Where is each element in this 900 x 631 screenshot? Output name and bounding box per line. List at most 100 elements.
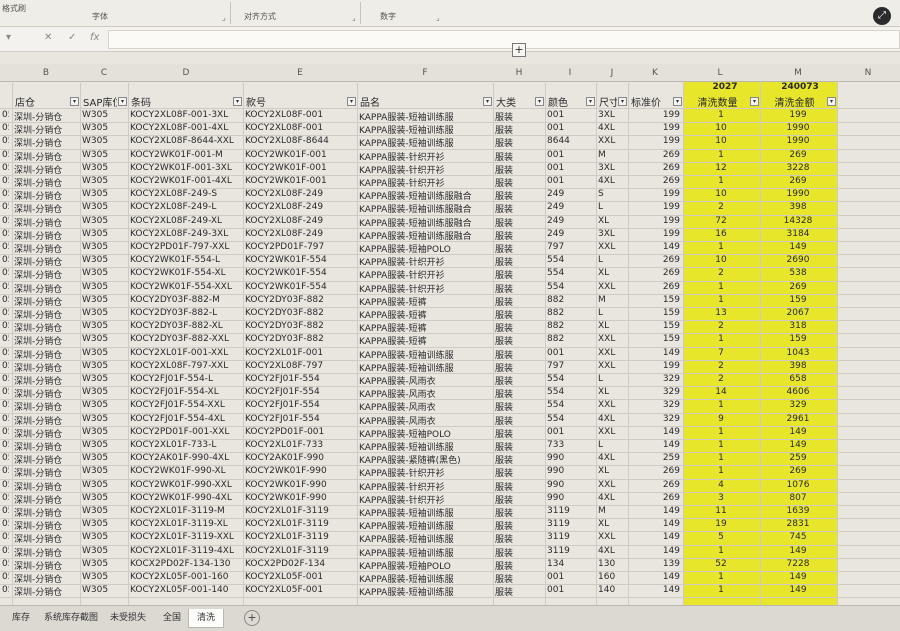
wash-amount-cell[interactable]: 3184 — [762, 229, 834, 239]
color-cell[interactable]: 882 — [547, 334, 593, 344]
color-cell[interactable]: 249 — [547, 216, 593, 226]
size-cell[interactable]: S — [598, 189, 625, 199]
store-cell[interactable]: 深圳-分销仓 — [14, 585, 77, 598]
product-name-cell[interactable]: KAPPA服装-短袖POLO — [359, 559, 490, 572]
color-cell[interactable]: 249 — [547, 229, 593, 239]
color-cell[interactable]: 990 — [547, 453, 593, 463]
sap-location-cell[interactable]: W305 — [82, 136, 125, 146]
barcode-cell[interactable]: KOCY2AK01F-990-4XL — [130, 453, 240, 463]
barcode-cell[interactable]: KOCY2XL01F-733-L — [130, 440, 240, 450]
barcode-cell[interactable]: KOCY2XL01F-3119-M — [130, 506, 240, 516]
category-cell[interactable]: 服装 — [495, 374, 542, 387]
filter-dropdown-icon[interactable]: ▾ — [483, 97, 492, 106]
store-cell[interactable]: 深圳-分销仓 — [14, 506, 77, 519]
product-name-cell[interactable]: KAPPA服装-短袖POLO — [359, 242, 490, 255]
sap-location-cell[interactable]: W305 — [82, 361, 125, 371]
filter-dropdown-icon[interactable]: ▾ — [347, 97, 356, 106]
column-header[interactable]: 尺寸 — [599, 94, 617, 109]
category-cell[interactable]: 服装 — [495, 163, 542, 176]
category-cell[interactable]: 服装 — [495, 480, 542, 493]
style-number-cell[interactable]: KOCY2XL05F-001 — [245, 572, 354, 582]
color-cell[interactable]: 554 — [547, 268, 593, 278]
product-name-cell[interactable]: KAPPA服装-短袖训练服融合 — [359, 229, 490, 242]
sap-location-cell[interactable]: W305 — [82, 585, 125, 595]
row-prefix[interactable]: 05 — [2, 361, 9, 371]
price-cell[interactable]: 269 — [630, 466, 682, 476]
style-number-cell[interactable]: KOCY2DY03F-882 — [245, 334, 354, 344]
row-prefix[interactable]: 05 — [2, 480, 9, 490]
filter-dropdown-icon[interactable]: ▾ — [586, 97, 595, 106]
color-cell[interactable]: 001 — [547, 150, 593, 160]
color-cell[interactable]: 554 — [547, 387, 593, 397]
barcode-cell[interactable]: KOCY2XL01F-3119-XXL — [130, 532, 240, 542]
product-name-cell[interactable]: KAPPA服装-针织开衫 — [359, 282, 490, 295]
price-cell[interactable]: 149 — [630, 585, 682, 595]
price-cell[interactable]: 139 — [630, 559, 682, 569]
barcode-cell[interactable]: KOCY2WK01F-001-4XL — [130, 176, 240, 186]
store-cell[interactable]: 深圳-分销仓 — [14, 176, 77, 189]
wash-qty-cell[interactable]: 16 — [685, 229, 757, 239]
column-letter-E[interactable]: E — [280, 65, 320, 81]
size-cell[interactable]: XXL — [598, 348, 625, 358]
category-cell[interactable]: 服装 — [495, 387, 542, 400]
barcode-cell[interactable]: KOCY2XL08F-001-3XL — [130, 110, 240, 120]
product-name-cell[interactable]: KAPPA服装-短袖训练服融合 — [359, 189, 490, 202]
sheet-tab[interactable]: 未受损失 — [102, 609, 154, 627]
sap-location-cell[interactable]: W305 — [82, 123, 125, 133]
sap-location-cell[interactable]: W305 — [82, 110, 125, 120]
color-cell[interactable]: 249 — [547, 189, 593, 199]
price-cell[interactable]: 159 — [630, 321, 682, 331]
column-letter-D[interactable]: D — [166, 65, 206, 81]
price-cell[interactable]: 149 — [630, 242, 682, 252]
sap-location-cell[interactable]: W305 — [82, 268, 125, 278]
store-cell[interactable]: 深圳-分销仓 — [14, 255, 77, 268]
column-header[interactable]: 款号 — [246, 94, 346, 109]
wash-amount-cell[interactable]: 7228 — [762, 559, 834, 569]
color-cell[interactable]: 990 — [547, 493, 593, 503]
barcode-cell[interactable]: KOCY2XL08F-797-XXL — [130, 361, 240, 371]
style-number-cell[interactable]: KOCY2XL08F-249 — [245, 202, 354, 212]
wash-amount-cell[interactable]: 398 — [762, 202, 834, 212]
wash-amount-cell[interactable]: 1990 — [762, 123, 834, 133]
barcode-cell[interactable]: KOCY2PD01F-797-XXL — [130, 242, 240, 252]
column-letter-J[interactable]: J — [592, 65, 632, 81]
wash-amount-cell[interactable]: 149 — [762, 546, 834, 556]
price-cell[interactable]: 269 — [630, 282, 682, 292]
price-cell[interactable]: 329 — [630, 387, 682, 397]
category-cell[interactable]: 服装 — [495, 519, 542, 532]
sap-location-cell[interactable]: W305 — [82, 229, 125, 239]
size-cell[interactable]: XXL — [598, 242, 625, 252]
price-cell[interactable]: 149 — [630, 572, 682, 582]
barcode-cell[interactable]: KOCY2XL08F-249-S — [130, 189, 240, 199]
sap-location-cell[interactable]: W305 — [82, 176, 125, 186]
wash-amount-cell[interactable]: 1043 — [762, 348, 834, 358]
column-letter-N[interactable]: N — [848, 65, 888, 81]
price-cell[interactable]: 329 — [630, 374, 682, 384]
wash-amount-cell[interactable]: 269 — [762, 176, 834, 186]
store-cell[interactable]: 深圳-分销仓 — [14, 400, 77, 413]
store-cell[interactable]: 深圳-分销仓 — [14, 532, 77, 545]
row-prefix[interactable]: 05 — [2, 308, 9, 318]
barcode-cell[interactable]: KOCY2XL05F-001-140 — [130, 585, 240, 595]
style-number-cell[interactable]: KOCY2FJ01F-554 — [245, 374, 354, 384]
size-cell[interactable]: L — [598, 308, 625, 318]
column-letter-I[interactable]: I — [550, 65, 590, 81]
style-number-cell[interactable]: KOCY2PD01F-001 — [245, 427, 354, 437]
column-header[interactable]: 标准价 — [631, 94, 672, 109]
product-name-cell[interactable]: KAPPA服装-短袖训练服 — [359, 348, 490, 361]
sap-location-cell[interactable]: W305 — [82, 282, 125, 292]
store-cell[interactable]: 深圳-分销仓 — [14, 242, 77, 255]
color-cell[interactable]: 249 — [547, 202, 593, 212]
product-name-cell[interactable]: KAPPA服装-短袖POLO — [359, 427, 490, 440]
product-name-cell[interactable]: KAPPA服装-针织开衫 — [359, 255, 490, 268]
wash-qty-cell[interactable]: 10 — [685, 123, 757, 133]
product-name-cell[interactable]: KAPPA服装-短袖训练服 — [359, 361, 490, 374]
color-cell[interactable]: 990 — [547, 480, 593, 490]
price-cell[interactable]: 199 — [630, 216, 682, 226]
sum-quantity[interactable]: 2027 — [700, 82, 750, 92]
barcode-cell[interactable]: KOCY2XL01F-3119-XL — [130, 519, 240, 529]
barcode-cell[interactable]: KOCY2DY03F-882-XL — [130, 321, 240, 331]
barcode-cell[interactable]: KOCY2WK01F-554-XXL — [130, 282, 240, 292]
wash-amount-cell[interactable]: 1990 — [762, 136, 834, 146]
column-header[interactable]: SAP库位 — [83, 94, 117, 109]
